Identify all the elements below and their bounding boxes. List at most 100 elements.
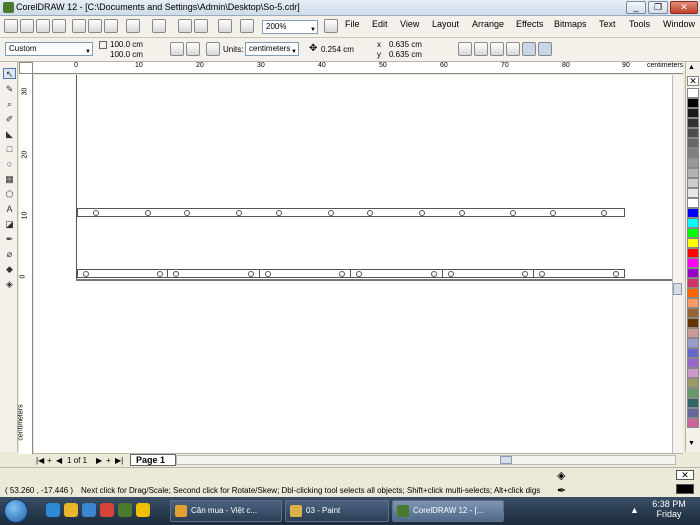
palette-swatch[interactable]	[687, 278, 699, 288]
eyedropper-tool-icon[interactable]: ✒	[3, 234, 16, 245]
palette-swatch[interactable]	[687, 188, 699, 198]
dynamic-guides-icon[interactable]	[506, 42, 520, 56]
menu-edit[interactable]: Edit	[372, 19, 388, 29]
corel-online-icon[interactable]	[240, 19, 254, 33]
menu-bitmaps[interactable]: Bitmaps	[554, 19, 587, 29]
open-icon[interactable]	[20, 19, 34, 33]
taskbar-app-paint[interactable]: 03 - Paint	[285, 500, 389, 522]
palette-swatch[interactable]	[687, 168, 699, 178]
freehand-tool-icon[interactable]: ✐	[3, 114, 16, 125]
horizontal-scrollbar[interactable]	[176, 455, 676, 465]
text-tool-icon[interactable]: A	[3, 204, 16, 215]
duplicate-distance-y-field[interactable]: 0.635 cm	[389, 50, 422, 59]
palette-swatch[interactable]	[687, 408, 699, 418]
page-height-field[interactable]: 100.0 cm	[110, 50, 143, 59]
snap-to-objects-icon[interactable]	[490, 42, 504, 56]
palette-swatch[interactable]	[687, 158, 699, 168]
vertical-scrollbar[interactable]	[672, 75, 683, 453]
coreldraw-quicklaunch-icon[interactable]	[118, 503, 132, 517]
horizontal-scroll-thumb[interactable]	[500, 456, 512, 464]
menu-arrange[interactable]: Arrange	[472, 19, 504, 29]
palette-swatch[interactable]	[687, 368, 699, 378]
treat-as-filled-icon[interactable]	[522, 42, 536, 56]
print-icon[interactable]	[52, 19, 66, 33]
last-page-icon[interactable]: ▶|	[115, 456, 123, 465]
ellipse-tool-icon[interactable]: ○	[3, 159, 16, 170]
shape-tool-icon[interactable]: ✎	[3, 84, 16, 95]
palette-swatch[interactable]	[687, 288, 699, 298]
palette-swatch[interactable]	[687, 268, 699, 278]
palette-swatch[interactable]	[687, 128, 699, 138]
palette-swatch[interactable]	[687, 328, 699, 338]
no-color-swatch[interactable]: ✕	[687, 76, 699, 86]
palette-swatch[interactable]	[687, 178, 699, 188]
palette-swatch[interactable]	[687, 108, 699, 118]
redo-icon[interactable]	[152, 19, 166, 33]
palette-swatch[interactable]	[687, 308, 699, 318]
landscape-icon[interactable]	[186, 42, 200, 56]
portrait-icon[interactable]	[170, 42, 184, 56]
chrome-quicklaunch-icon[interactable]	[100, 503, 114, 517]
palette-swatch[interactable]	[687, 398, 699, 408]
fill-none-swatch[interactable]: ✕	[676, 470, 694, 480]
tab-page-1[interactable]: Page 1	[130, 454, 176, 466]
all-pages-icon[interactable]	[206, 42, 220, 56]
close-button[interactable]: ✕	[670, 1, 698, 14]
taskbar-app-browser[interactable]: Căn mua - Việt c...	[170, 500, 282, 522]
minimize-button[interactable]: _	[626, 1, 646, 14]
previous-page-icon[interactable]: ◀	[56, 456, 62, 465]
palette-scroll-down-icon[interactable]: ▼	[688, 440, 695, 447]
restore-button[interactable]: ❐	[648, 1, 668, 14]
options-icon[interactable]	[538, 42, 552, 56]
palette-swatch[interactable]	[687, 218, 699, 228]
outline-indicator-icon[interactable]: ✒	[557, 484, 566, 497]
application-launcher-icon[interactable]	[218, 19, 232, 33]
rectangle-tool-icon[interactable]: □	[3, 144, 16, 155]
vertical-scroll-thumb[interactable]	[673, 283, 682, 295]
palette-swatch[interactable]	[687, 88, 699, 98]
cut-icon[interactable]	[72, 19, 86, 33]
export-icon[interactable]	[194, 19, 208, 33]
graph-paper-tool-icon[interactable]: ▦	[3, 174, 16, 185]
palette-swatch[interactable]	[687, 138, 699, 148]
duplicate-distance-x-field[interactable]: 0.635 cm	[389, 40, 422, 49]
mediaplayer-quicklaunch-icon[interactable]	[82, 503, 96, 517]
pick-tool-icon[interactable]: ↖	[3, 68, 16, 79]
palette-swatch[interactable]	[687, 318, 699, 328]
menu-effects[interactable]: Effects	[516, 19, 543, 29]
strip-shape-lower[interactable]	[77, 269, 625, 278]
palette-swatch[interactable]	[687, 358, 699, 368]
system-clock[interactable]: 6:38 PM Friday	[648, 499, 690, 519]
interactive-blend-tool-icon[interactable]: ◪	[3, 219, 16, 230]
palette-swatch[interactable]	[687, 258, 699, 268]
drawing-canvas[interactable]	[34, 75, 683, 453]
save-icon[interactable]	[36, 19, 50, 33]
first-page-icon[interactable]: |◀	[36, 456, 44, 465]
menu-text[interactable]: Text	[599, 19, 616, 29]
palette-swatch[interactable]	[687, 208, 699, 218]
palette-swatch[interactable]	[687, 198, 699, 208]
smart-fill-tool-icon[interactable]: ◣	[3, 129, 16, 140]
ie-quicklaunch-icon[interactable]	[46, 503, 60, 517]
menu-layout[interactable]: Layout	[432, 19, 459, 29]
menu-tools[interactable]: Tools	[629, 19, 650, 29]
add-page-after-icon[interactable]: +	[106, 456, 111, 465]
messenger-quicklaunch-icon[interactable]	[136, 503, 150, 517]
horizontal-ruler[interactable]: 0 10 20 30 40 50 60 70 80 90 centimeters	[33, 62, 683, 74]
full-screen-preview-icon[interactable]	[324, 19, 338, 33]
palette-scroll-up-icon[interactable]: ▲	[688, 64, 695, 71]
snap-to-guidelines-icon[interactable]	[474, 42, 488, 56]
show-hidden-icons[interactable]: ▲	[630, 505, 639, 515]
snap-to-grid-icon[interactable]	[458, 42, 472, 56]
zoom-tool-icon[interactable]: ⌕	[3, 99, 16, 110]
nudge-distance-field[interactable]: 0.254 cm	[321, 45, 354, 54]
ruler-origin[interactable]	[19, 62, 33, 74]
palette-swatch[interactable]	[687, 388, 699, 398]
zoom-level-select[interactable]: 200% ▼	[262, 20, 318, 34]
palette-swatch[interactable]	[687, 338, 699, 348]
palette-swatch[interactable]	[687, 348, 699, 358]
import-icon[interactable]	[178, 19, 192, 33]
palette-swatch[interactable]	[687, 118, 699, 128]
interactive-fill-tool-icon[interactable]: ◈	[3, 279, 16, 290]
copy-icon[interactable]	[88, 19, 102, 33]
